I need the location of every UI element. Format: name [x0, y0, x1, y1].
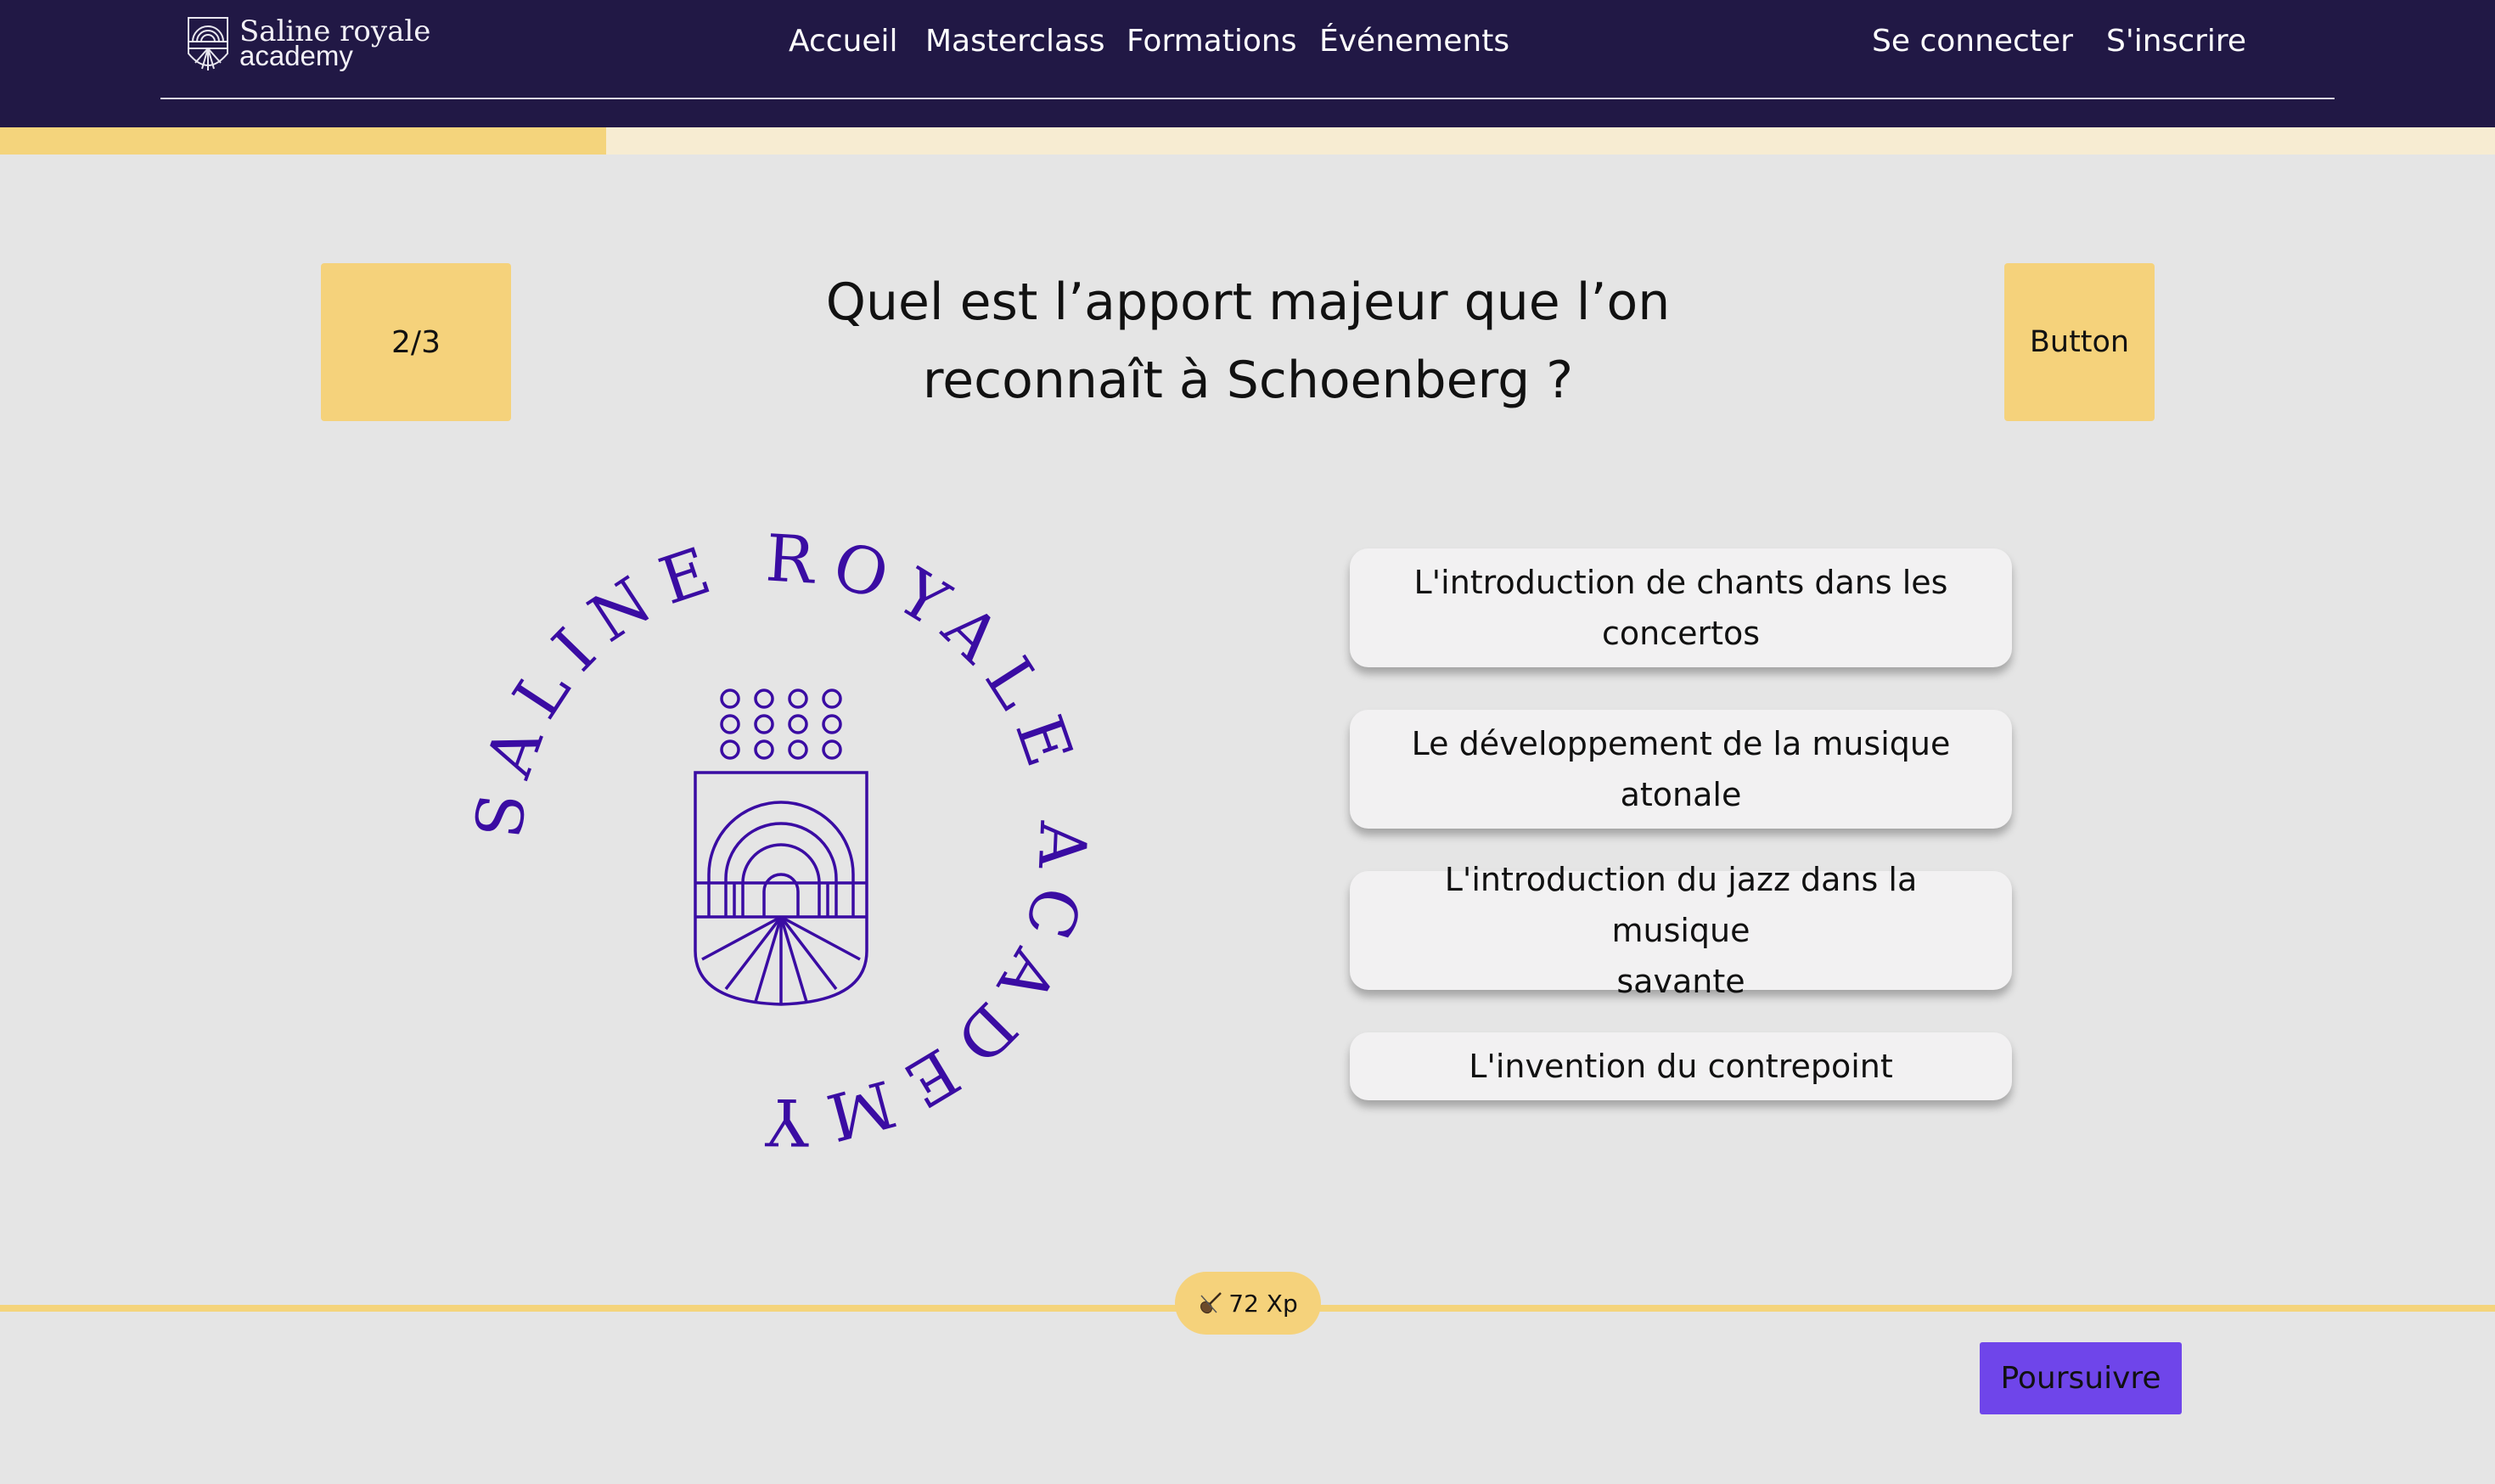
- xp-badge: 72 Xp: [1175, 1272, 1321, 1335]
- nav-formations[interactable]: Formations: [1127, 24, 1296, 59]
- top-action-button[interactable]: Button: [2004, 263, 2155, 421]
- emblem-ring-text: SALINE ROYALE ACADEMY: [460, 520, 1086, 1160]
- nav-masterclass[interactable]: Masterclass: [925, 24, 1105, 59]
- answer-4-line-1: L'invention du contrepoint: [1469, 1048, 1893, 1085]
- answer-3-line-1: L'introduction du jazz dans la musique: [1444, 861, 1918, 949]
- header-divider: [160, 98, 2335, 99]
- quiz-progress-bar: [0, 127, 2495, 155]
- nav-evenements[interactable]: Événements: [1319, 24, 1509, 59]
- answer-option-1[interactable]: L'introduction de chants dans les concer…: [1350, 548, 2012, 667]
- quiz-progress-fill: [0, 127, 607, 155]
- signup-link[interactable]: S'inscrire: [2106, 24, 2246, 59]
- answer-3-line-2: savante: [1616, 963, 1745, 1000]
- answer-2-line-2: atonale: [1620, 776, 1742, 813]
- answer-1-line-2: concertos: [1601, 615, 1761, 652]
- top-navbar: Saline royale academy Accueil Masterclas…: [0, 0, 2495, 127]
- answer-option-2[interactable]: Le développement de la musique atonale: [1350, 710, 2012, 829]
- continue-button[interactable]: Poursuivre: [1980, 1342, 2182, 1414]
- xp-value: 72 Xp: [1228, 1289, 1298, 1318]
- answer-option-4[interactable]: L'invention du contrepoint: [1350, 1032, 2012, 1100]
- violin-icon: [1200, 1292, 1222, 1314]
- saline-royale-emblem: SALINE ROYALE ACADEMY: [460, 520, 1091, 1160]
- answer-option-3[interactable]: L'introduction du jazz dans la musique s…: [1350, 861, 2012, 1000]
- answer-2-line-1: Le développement de la musique: [1411, 725, 1951, 762]
- answer-1-line-1: L'introduction de chants dans les: [1413, 564, 1948, 601]
- logo-emblem-icon: [188, 17, 228, 70]
- logo-text-secondary: academy: [239, 40, 353, 71]
- question-line-1: Quel est l’apport majeur que l’on: [825, 273, 1671, 332]
- question-counter: 2/3: [321, 263, 511, 421]
- question-line-2: reconnaît à Schoenberg ?: [922, 351, 1574, 410]
- logo[interactable]: Saline royale academy: [187, 14, 441, 76]
- nav-accueil[interactable]: Accueil: [789, 24, 898, 59]
- question-text: Quel est l’apport majeur que l’on reconn…: [764, 263, 1732, 419]
- svg-text:SALINE ROYALE ACADEMY: SALINE ROYALE ACADEMY: [471, 531, 1091, 1150]
- login-link[interactable]: Se connecter: [1872, 24, 2073, 59]
- emblem-graphic: SALINE ROYALE ACADEMY: [460, 520, 1091, 1160]
